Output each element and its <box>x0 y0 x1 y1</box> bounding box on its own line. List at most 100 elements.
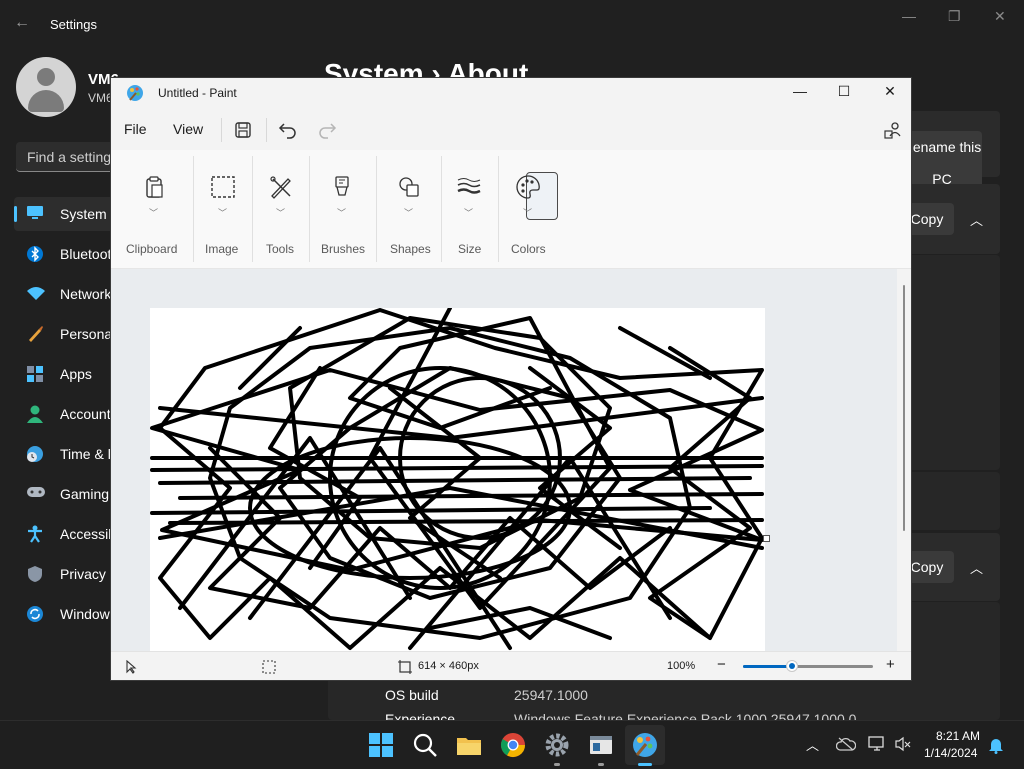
maximize-icon[interactable]: ☐ <box>829 83 859 105</box>
image-group[interactable]: ﹀ Image <box>194 150 252 268</box>
paint-app-icon <box>127 85 143 101</box>
account-settings-icon[interactable] <box>882 119 904 141</box>
sidebar-item-label: Network & internet <box>60 286 114 302</box>
palette-icon[interactable] <box>515 174 541 200</box>
minimize-icon[interactable]: — <box>902 8 916 24</box>
sidebar-item-personalization[interactable]: Personalization <box>14 317 114 351</box>
drawing-canvas[interactable] <box>150 308 765 651</box>
brushes-group[interactable]: ﹀ Brushes <box>310 150 558 268</box>
vertical-scrollbar[interactable] <box>897 269 911 651</box>
zoom-slider[interactable] <box>743 660 873 672</box>
app-window-icon[interactable] <box>587 731 615 759</box>
chevron-down-icon[interactable]: ﹀ <box>149 206 158 219</box>
canvas-resize-handle[interactable] <box>763 535 770 542</box>
brushes-label: Brushes <box>321 242 366 256</box>
update-icon <box>26 605 44 623</box>
chevron-up-icon[interactable]: ︿ <box>806 735 819 754</box>
chevron-down-icon[interactable]: ﹀ <box>337 206 346 219</box>
windows-start-icon[interactable] <box>367 731 395 759</box>
line-size-icon[interactable] <box>456 174 482 200</box>
colors-group[interactable]: ﹀ Colors <box>499 150 559 268</box>
size-group[interactable]: ﹀ Size <box>442 150 498 268</box>
canvas-size-icon <box>398 660 412 674</box>
selection-size-icon <box>262 660 276 674</box>
sidebar-item-bluetooth[interactable]: Bluetooth & devices <box>14 237 114 271</box>
menu-view[interactable]: View <box>173 121 203 137</box>
sidebar-item-windows-update[interactable]: Windows Update <box>14 597 114 631</box>
brush-icon[interactable] <box>329 174 355 200</box>
close-icon[interactable]: ✕ <box>875 83 905 105</box>
shapes-icon[interactable] <box>396 174 422 200</box>
settings-gear-icon[interactable] <box>543 731 571 759</box>
sidebar-item-network[interactable]: Network & internet <box>14 277 114 311</box>
sidebar-item-label: Bluetooth & devices <box>60 246 114 262</box>
notification-bell-icon[interactable] <box>988 736 1004 754</box>
close-icon[interactable]: ✕ <box>994 8 1006 25</box>
sidebar-item-system[interactable]: System <box>14 197 114 231</box>
redo-icon[interactable] <box>316 119 338 141</box>
scrollbar-thumb[interactable] <box>903 285 905 531</box>
os-build-value: 25947.1000 <box>514 687 588 703</box>
zoom-level[interactable]: 100% <box>667 660 695 672</box>
chevron-up-icon[interactable]: ︿ <box>970 210 983 229</box>
chrome-icon[interactable] <box>499 731 527 759</box>
settings-titlebar: ← Settings — ❐ ✕ <box>0 0 1024 48</box>
shapes-group[interactable]: ﹀ Shapes <box>377 150 441 268</box>
taskbar: ︿ 8:21 AM 1/14/2024 <box>0 720 1024 769</box>
paint-titlebar[interactable]: Untitled - Paint — ☐ ✕ <box>111 78 911 108</box>
sidebar-item-gaming[interactable]: Gaming <box>14 477 114 511</box>
monitor-icon <box>26 205 44 223</box>
sidebar-item-time-language[interactable]: Time & language <box>14 437 114 471</box>
divider <box>266 118 267 142</box>
onedrive-icon[interactable] <box>836 737 856 751</box>
clock-time[interactable]: 8:21 AM <box>936 729 980 743</box>
tools-icon[interactable] <box>268 174 294 200</box>
sidebar-item-privacy[interactable]: Privacy & security <box>14 557 114 591</box>
save-icon[interactable] <box>232 119 254 141</box>
search-icon[interactable] <box>411 731 439 759</box>
back-arrow-icon[interactable]: ← <box>14 14 30 32</box>
chevron-down-icon[interactable]: ﹀ <box>404 206 413 219</box>
chevron-up-icon[interactable]: ︿ <box>970 558 983 577</box>
zoom-out-icon[interactable]: − <box>717 656 726 673</box>
clipboard-icon[interactable] <box>141 174 167 200</box>
wifi-icon <box>26 285 45 303</box>
clipboard-group[interactable]: ﹀ Clipboard <box>111 150 191 268</box>
shapes-label: Shapes <box>390 242 431 256</box>
sidebar-item-label: Accounts <box>60 406 114 422</box>
chevron-down-icon[interactable]: ﹀ <box>523 206 532 219</box>
ribbon-toolbar: ﹀ Clipboard ﹀ Image ﹀ Tools ﹀ Brushes ﹀ … <box>111 150 911 269</box>
zoom-slider-thumb[interactable] <box>786 660 798 672</box>
restore-icon[interactable]: ❐ <box>948 8 961 25</box>
avatar[interactable] <box>16 57 76 117</box>
clock-date[interactable]: 1/14/2024 <box>924 746 977 760</box>
select-icon[interactable] <box>210 174 236 200</box>
tools-group[interactable]: ﹀ Tools <box>253 150 309 268</box>
tools-label: Tools <box>266 242 295 256</box>
chevron-down-icon[interactable]: ﹀ <box>464 206 473 219</box>
paint-icon[interactable] <box>631 731 659 759</box>
sidebar-item-accessibility[interactable]: Accessibility <box>14 517 114 551</box>
chevron-down-icon[interactable]: ﹀ <box>276 206 285 219</box>
size-label: Size <box>458 242 482 256</box>
network-icon[interactable] <box>868 736 886 752</box>
sidebar-item-label: Gaming <box>60 486 110 502</box>
window-title: Untitled - Paint <box>158 86 237 100</box>
volume-muted-icon[interactable] <box>894 736 912 752</box>
sidebar-item-label: Accessibility <box>60 526 114 542</box>
zoom-in-icon[interactable]: + <box>886 656 895 673</box>
colors-label: Colors <box>511 242 546 256</box>
settings-title: Settings <box>50 17 97 32</box>
file-explorer-icon[interactable] <box>455 731 483 759</box>
sidebar-item-apps[interactable]: Apps <box>14 357 114 391</box>
shield-icon <box>26 565 44 583</box>
active-indicator <box>638 763 652 766</box>
account-icon <box>26 405 44 423</box>
minimize-icon[interactable]: — <box>785 83 815 105</box>
menu-file[interactable]: File <box>124 121 147 137</box>
sidebar-item-accounts[interactable]: Accounts <box>14 397 114 431</box>
chevron-down-icon[interactable]: ﹀ <box>218 206 227 219</box>
paintbrush-icon <box>26 325 44 343</box>
undo-icon[interactable] <box>277 119 299 141</box>
clipboard-label: Clipboard <box>126 242 178 256</box>
